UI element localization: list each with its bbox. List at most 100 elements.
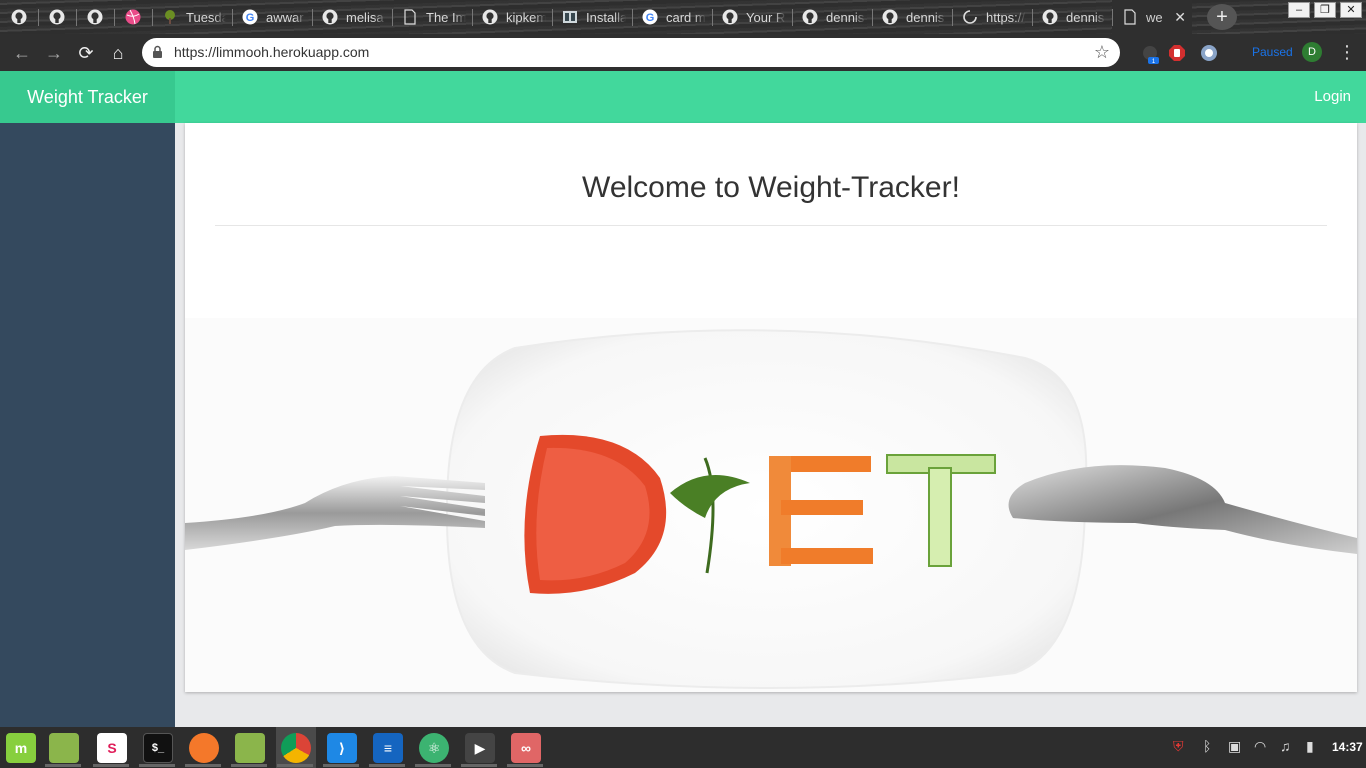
running-indicator	[185, 764, 221, 767]
browser-tab[interactable]: kipkem	[472, 0, 552, 34]
google-icon: G	[642, 9, 658, 25]
home-icon[interactable]: ⌂	[106, 41, 130, 65]
browser-toolbar: ← → ⟳ ⌂ https://limmooh.herokuapp.com ☆ …	[0, 34, 1366, 71]
minimize-button[interactable]: –	[1288, 2, 1310, 18]
github-icon	[1042, 9, 1058, 25]
svg-text:G: G	[646, 12, 655, 24]
chrome-icon[interactable]	[281, 733, 311, 763]
running-indicator	[369, 764, 405, 767]
diet-plate-image	[185, 318, 1357, 692]
tab-title: dennis	[906, 9, 945, 25]
close-window-button[interactable]: ✕	[1340, 2, 1362, 18]
browser-tab[interactable]	[76, 0, 114, 34]
running-indicator	[231, 764, 267, 767]
github-icon	[722, 9, 738, 25]
bookmark-star-icon[interactable]: ☆	[1094, 42, 1110, 63]
tab-active[interactable]: we ✕	[1112, 0, 1192, 34]
running-indicator	[415, 764, 451, 767]
tab-title: The Im	[426, 9, 466, 25]
terminal-icon[interactable]: $_	[143, 733, 173, 763]
adblock-icon[interactable]	[1168, 44, 1186, 62]
page-title: Welcome to Weight-Tracker!	[582, 171, 960, 204]
browser-tab[interactable]: Your Re	[712, 0, 792, 34]
browser-tab[interactable]	[38, 0, 76, 34]
profile-status[interactable]: Paused	[1252, 45, 1293, 59]
firefox-icon[interactable]	[189, 733, 219, 763]
profile-avatar[interactable]: D	[1302, 42, 1322, 62]
extension-circle-icon[interactable]	[1200, 44, 1218, 62]
tab-title: dennis	[1066, 9, 1105, 25]
folder-icon[interactable]	[235, 733, 265, 763]
sound-icon[interactable]: ♫	[1280, 738, 1291, 754]
github-icon	[49, 9, 65, 25]
browser-tab[interactable]: Installa	[552, 0, 632, 34]
github-icon	[482, 9, 498, 25]
tab-title: awwar	[266, 9, 304, 25]
forward-icon[interactable]: →	[42, 41, 66, 65]
browser-tab[interactable]	[0, 0, 38, 34]
browser-tab[interactable]: melisa	[312, 0, 392, 34]
extension-icon[interactable]: 1	[1140, 44, 1160, 64]
google-icon: G	[242, 9, 258, 25]
menu-kebab-icon[interactable]: ⋮	[1338, 42, 1356, 63]
document-icon	[402, 9, 418, 25]
tab-title: we	[1146, 9, 1163, 25]
reload-icon[interactable]: ⟳	[74, 41, 98, 65]
browser-tab[interactable]: Gawwar	[232, 0, 312, 34]
running-indicator	[277, 764, 313, 767]
browser-tab[interactable]: https://	[952, 0, 1032, 34]
login-link[interactable]: Login	[1314, 71, 1351, 123]
mint-menu-icon[interactable]: m	[6, 733, 36, 763]
glasses-icon[interactable]: ∞	[511, 733, 541, 763]
tab-title: https://	[986, 9, 1026, 25]
tab-list: Tuesda Gawwar melisa The Im kipkem Installa Gc…	[0, 0, 1192, 34]
address-bar[interactable]: https://limmooh.herokuapp.com ☆	[142, 38, 1120, 67]
close-tab-icon[interactable]: ✕	[1174, 9, 1186, 26]
restore-button[interactable]: ❐	[1314, 2, 1336, 18]
tab-title: Your Re	[746, 9, 786, 25]
page-viewport: Weight Tracker Login Welcome to Weight-T…	[0, 71, 1366, 727]
browser-tab[interactable]: Gcard m	[632, 0, 712, 34]
running-indicator	[461, 764, 497, 767]
browser-tab[interactable]	[114, 0, 152, 34]
divider	[215, 225, 1327, 226]
files-icon[interactable]	[49, 733, 79, 763]
new-tab-button[interactable]: +	[1207, 4, 1237, 30]
running-indicator	[323, 764, 359, 767]
vscode-icon[interactable]: ⟩	[327, 733, 357, 763]
github-icon	[882, 9, 898, 25]
text-editor-icon[interactable]: ≡	[373, 733, 403, 763]
svg-text:G: G	[246, 12, 255, 24]
clock[interactable]: 14:37	[1332, 740, 1363, 754]
github-icon	[11, 9, 27, 25]
content-card: Welcome to Weight-Tracker!	[185, 123, 1357, 692]
browser-tab[interactable]: dennis	[872, 0, 952, 34]
document-icon	[1122, 9, 1138, 25]
brand-link[interactable]: Weight Tracker	[0, 71, 175, 123]
browser-tab-strip: Tuesda Gawwar melisa The Im kipkem Installa Gc…	[0, 0, 1366, 34]
security-icon[interactable]: ▣	[1228, 738, 1241, 755]
tree-icon	[162, 9, 178, 25]
sidebar	[0, 123, 175, 727]
lock-icon	[153, 45, 162, 58]
tab-title: card m	[666, 9, 706, 25]
installer-icon	[562, 9, 578, 25]
tab-title: kipkem	[506, 9, 546, 25]
github-icon	[802, 9, 818, 25]
dribbble-icon	[125, 9, 141, 25]
browser-tab[interactable]: dennis	[1032, 0, 1112, 34]
bluetooth-icon[interactable]: ᛒ	[1203, 738, 1211, 754]
browser-tab[interactable]: Tuesda	[152, 0, 232, 34]
running-indicator	[139, 764, 175, 767]
atom-icon[interactable]: ⚛	[419, 733, 449, 763]
back-icon[interactable]: ←	[10, 41, 34, 65]
running-indicator	[45, 764, 81, 767]
wifi-icon[interactable]: ◠	[1254, 738, 1266, 755]
browser-tab[interactable]: The Im	[392, 0, 472, 34]
shield-icon[interactable]: ⛨	[1173, 738, 1184, 755]
media-player-icon[interactable]: ▶	[465, 733, 495, 763]
tab-title: Tuesda	[186, 9, 226, 25]
slack-icon[interactable]: S	[97, 733, 127, 763]
browser-tab[interactable]: dennis	[792, 0, 872, 34]
battery-icon[interactable]: ▮	[1306, 738, 1314, 755]
